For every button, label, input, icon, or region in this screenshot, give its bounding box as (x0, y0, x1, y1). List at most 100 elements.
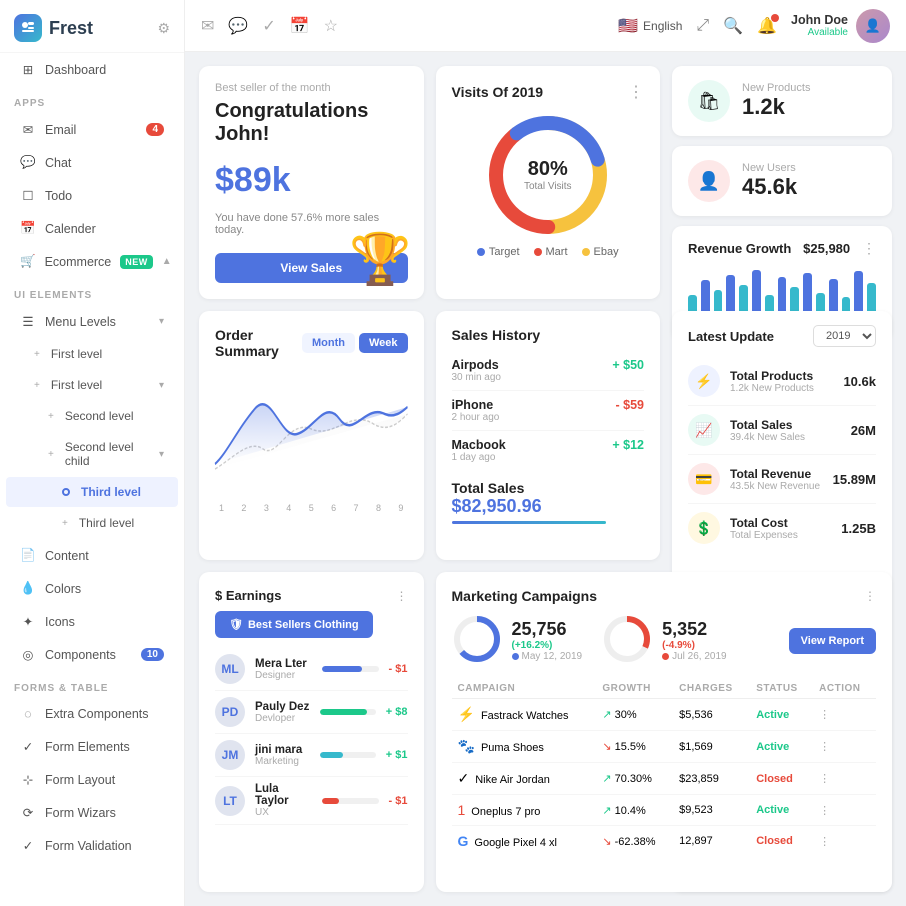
settings-icon[interactable]: ⚙ (157, 20, 170, 37)
stat-new-users: 👤 New Users 45.6k (672, 146, 892, 216)
earner-mera-bar-wrap (322, 666, 379, 672)
cost-update-val: 1.25B (841, 521, 876, 536)
notification-icon[interactable]: 🔔 (757, 16, 777, 36)
user-status: Available (791, 27, 848, 38)
earner-mera-avatar: ML (215, 654, 245, 684)
earner-pauly-amt: + $8 (386, 706, 408, 718)
plus-icon-2: + (34, 380, 40, 391)
row-action-2[interactable]: ⋮ (819, 741, 830, 753)
revenue-bar-chart (688, 265, 876, 315)
sidebar-item-third-level-2[interactable]: + Third level (6, 508, 178, 538)
sidebar-item-colors[interactable]: 💧 Colors (6, 573, 178, 604)
sidebar-item-components[interactable]: ◎ Components 10 (6, 639, 178, 670)
first-level-2-arrow: ▾ (159, 380, 164, 391)
earnings-more-icon[interactable]: ⋮ (396, 589, 408, 603)
sidebar-item-dashboard[interactable]: ⊞ Dashboard (6, 54, 178, 85)
icons-icon: ✦ (20, 614, 36, 629)
mkt-donut-1 (452, 614, 502, 667)
tab-week[interactable]: Week (359, 333, 408, 353)
topbar-check-icon[interactable]: ✓ (262, 16, 275, 36)
earner-pauly-bar (320, 709, 367, 715)
sidebar-item-chat[interactable]: 💬 Chat (6, 147, 178, 178)
best-sellers-btn[interactable]: 🛡 Best Sellers Clothing (215, 611, 373, 638)
visits-more-icon[interactable]: ⋮ (628, 82, 644, 102)
sales-list: Airpods 30 min ago + $50 iPhone 2 hour a… (452, 351, 645, 470)
products-update-val: 10.6k (843, 374, 876, 389)
earner-mera-amt: - $1 (389, 663, 408, 675)
col-growth: Growth (596, 679, 673, 699)
trophy-icon: 🏆 (349, 230, 411, 289)
view-report-button[interactable]: View Report (789, 628, 876, 654)
components-icon: ◎ (20, 647, 36, 662)
row-action-5[interactable]: ⋮ (819, 836, 830, 848)
table-header-row: Campaign Growth Charges Status Action (452, 679, 877, 699)
sales-update-info: Total Sales 39.4k New Sales (730, 418, 841, 443)
marketing-more-icon[interactable]: ⋮ (864, 589, 876, 603)
form-el-icon: ✓ (20, 739, 36, 754)
earners-list: ML Mera Lter Designer - $1 PD Pauly Dez … (215, 648, 408, 825)
flag-icon: 🇺🇸 (618, 16, 638, 36)
table-row: ⚡Fastrack Watches ↗ 30% $5,536 Active ⋮ (452, 699, 877, 731)
total-bar (452, 521, 606, 524)
row-action-3[interactable]: ⋮ (819, 773, 830, 785)
email-badge: 4 (146, 123, 164, 136)
sidebar-item-email[interactable]: ✉ Email 4 (6, 114, 178, 145)
congrats-card: Best seller of the month Congratulations… (199, 66, 424, 299)
expand-icon[interactable]: ⤢ (696, 17, 709, 35)
topbar-chat-icon[interactable]: 💬 (228, 16, 248, 36)
visits-donut: 80% Total Visits (452, 110, 645, 240)
revenue-more-icon[interactable]: ⋮ (862, 240, 876, 257)
visits-card: Visits Of 2019 ⋮ 80% Total Visits Target… (436, 66, 661, 299)
sidebar-item-calender[interactable]: 📅 Calender (6, 213, 178, 244)
sidebar-item-second-level-child[interactable]: + Second level child ▾ (6, 432, 178, 476)
products-info: New Products 1.2k (742, 82, 810, 120)
earner-lula-amt: - $1 (389, 795, 408, 807)
home-icon: ⊞ (20, 62, 36, 77)
sidebar-item-icons[interactable]: ✦ Icons (6, 606, 178, 637)
sidebar-item-form-elements[interactable]: ✓ Form Elements (6, 731, 178, 762)
products-update-icon: ⚡ (688, 365, 720, 397)
content-icon: 📄 (20, 548, 36, 563)
earner-jini: JM jini mara Marketing + $1 (215, 734, 408, 777)
sidebar-item-form-wizars[interactable]: ⟳ Form Wizars (6, 797, 178, 828)
user-menu[interactable]: John Doe Available 👤 (791, 9, 890, 43)
sidebar-item-form-layout[interactable]: ⊹ Form Layout (6, 764, 178, 795)
user-name: John Doe (791, 13, 848, 27)
donut-sub: Total Visits (524, 181, 572, 192)
menu-levels-sub: + First level + First level ▾ + Second l… (0, 338, 184, 539)
plus-icon-4: + (48, 449, 54, 460)
row-action-1[interactable]: ⋮ (819, 709, 830, 721)
logo-brand[interactable]: Frest (14, 14, 93, 42)
sidebar-item-menu-levels[interactable]: ☰ Menu Levels ▾ (6, 306, 178, 337)
sidebar-item-first-level-1[interactable]: + First level (6, 339, 178, 369)
sidebar-item-todo[interactable]: ☐ Todo (6, 180, 178, 211)
sidebar-item-content[interactable]: 📄 Content (6, 540, 178, 571)
sidebar-item-extra-components[interactable]: ◌ Extra Components (6, 699, 178, 729)
topbar: ✉ 💬 ✓ 📅 ☆ 🇺🇸 English ⤢ 🔍 🔔 John Doe Avai… (185, 0, 906, 52)
order-title: Order Summary (215, 327, 302, 359)
search-icon[interactable]: 🔍 (723, 16, 743, 36)
tab-month[interactable]: Month (302, 333, 355, 353)
sidebar-item-first-level-2[interactable]: + First level ▾ (6, 370, 178, 400)
earner-mera-bar (322, 666, 362, 672)
sidebar-item-third-level-1[interactable]: Third level (6, 477, 178, 507)
row-action-4[interactable]: ⋮ (819, 805, 830, 817)
table-row: GGoogle Pixel 4 xl ↘ -62.38% 12,897 Clos… (452, 826, 877, 857)
mkt-stat1-num: 25,756 (512, 619, 583, 640)
earner-jini-bar-wrap (320, 752, 375, 758)
todo-icon: ☐ (20, 188, 36, 203)
year-select[interactable]: 201920202021 (813, 325, 876, 347)
topbar-star-icon[interactable]: ☆ (324, 16, 338, 36)
products-update-info: Total Products 1.2k New Products (730, 369, 833, 394)
third-level-dot-1 (62, 488, 70, 496)
topbar-mail-icon[interactable]: ✉ (201, 16, 214, 36)
donut-pct: 80% (524, 158, 572, 181)
total-amount: $82,950.96 (452, 496, 645, 517)
shield-icon: 🛡 (229, 618, 243, 631)
sidebar-item-form-validation[interactable]: ✓ Form Validation (6, 830, 178, 861)
topbar-cal-icon[interactable]: 📅 (290, 16, 310, 36)
sidebar-item-second-level[interactable]: + Second level (6, 401, 178, 431)
sidebar-item-ecommerce[interactable]: 🛒 Ecommerce NEW ▲ (6, 246, 178, 277)
visits-title: Visits Of 2019 (452, 84, 544, 100)
language-selector[interactable]: 🇺🇸 English (618, 16, 682, 36)
